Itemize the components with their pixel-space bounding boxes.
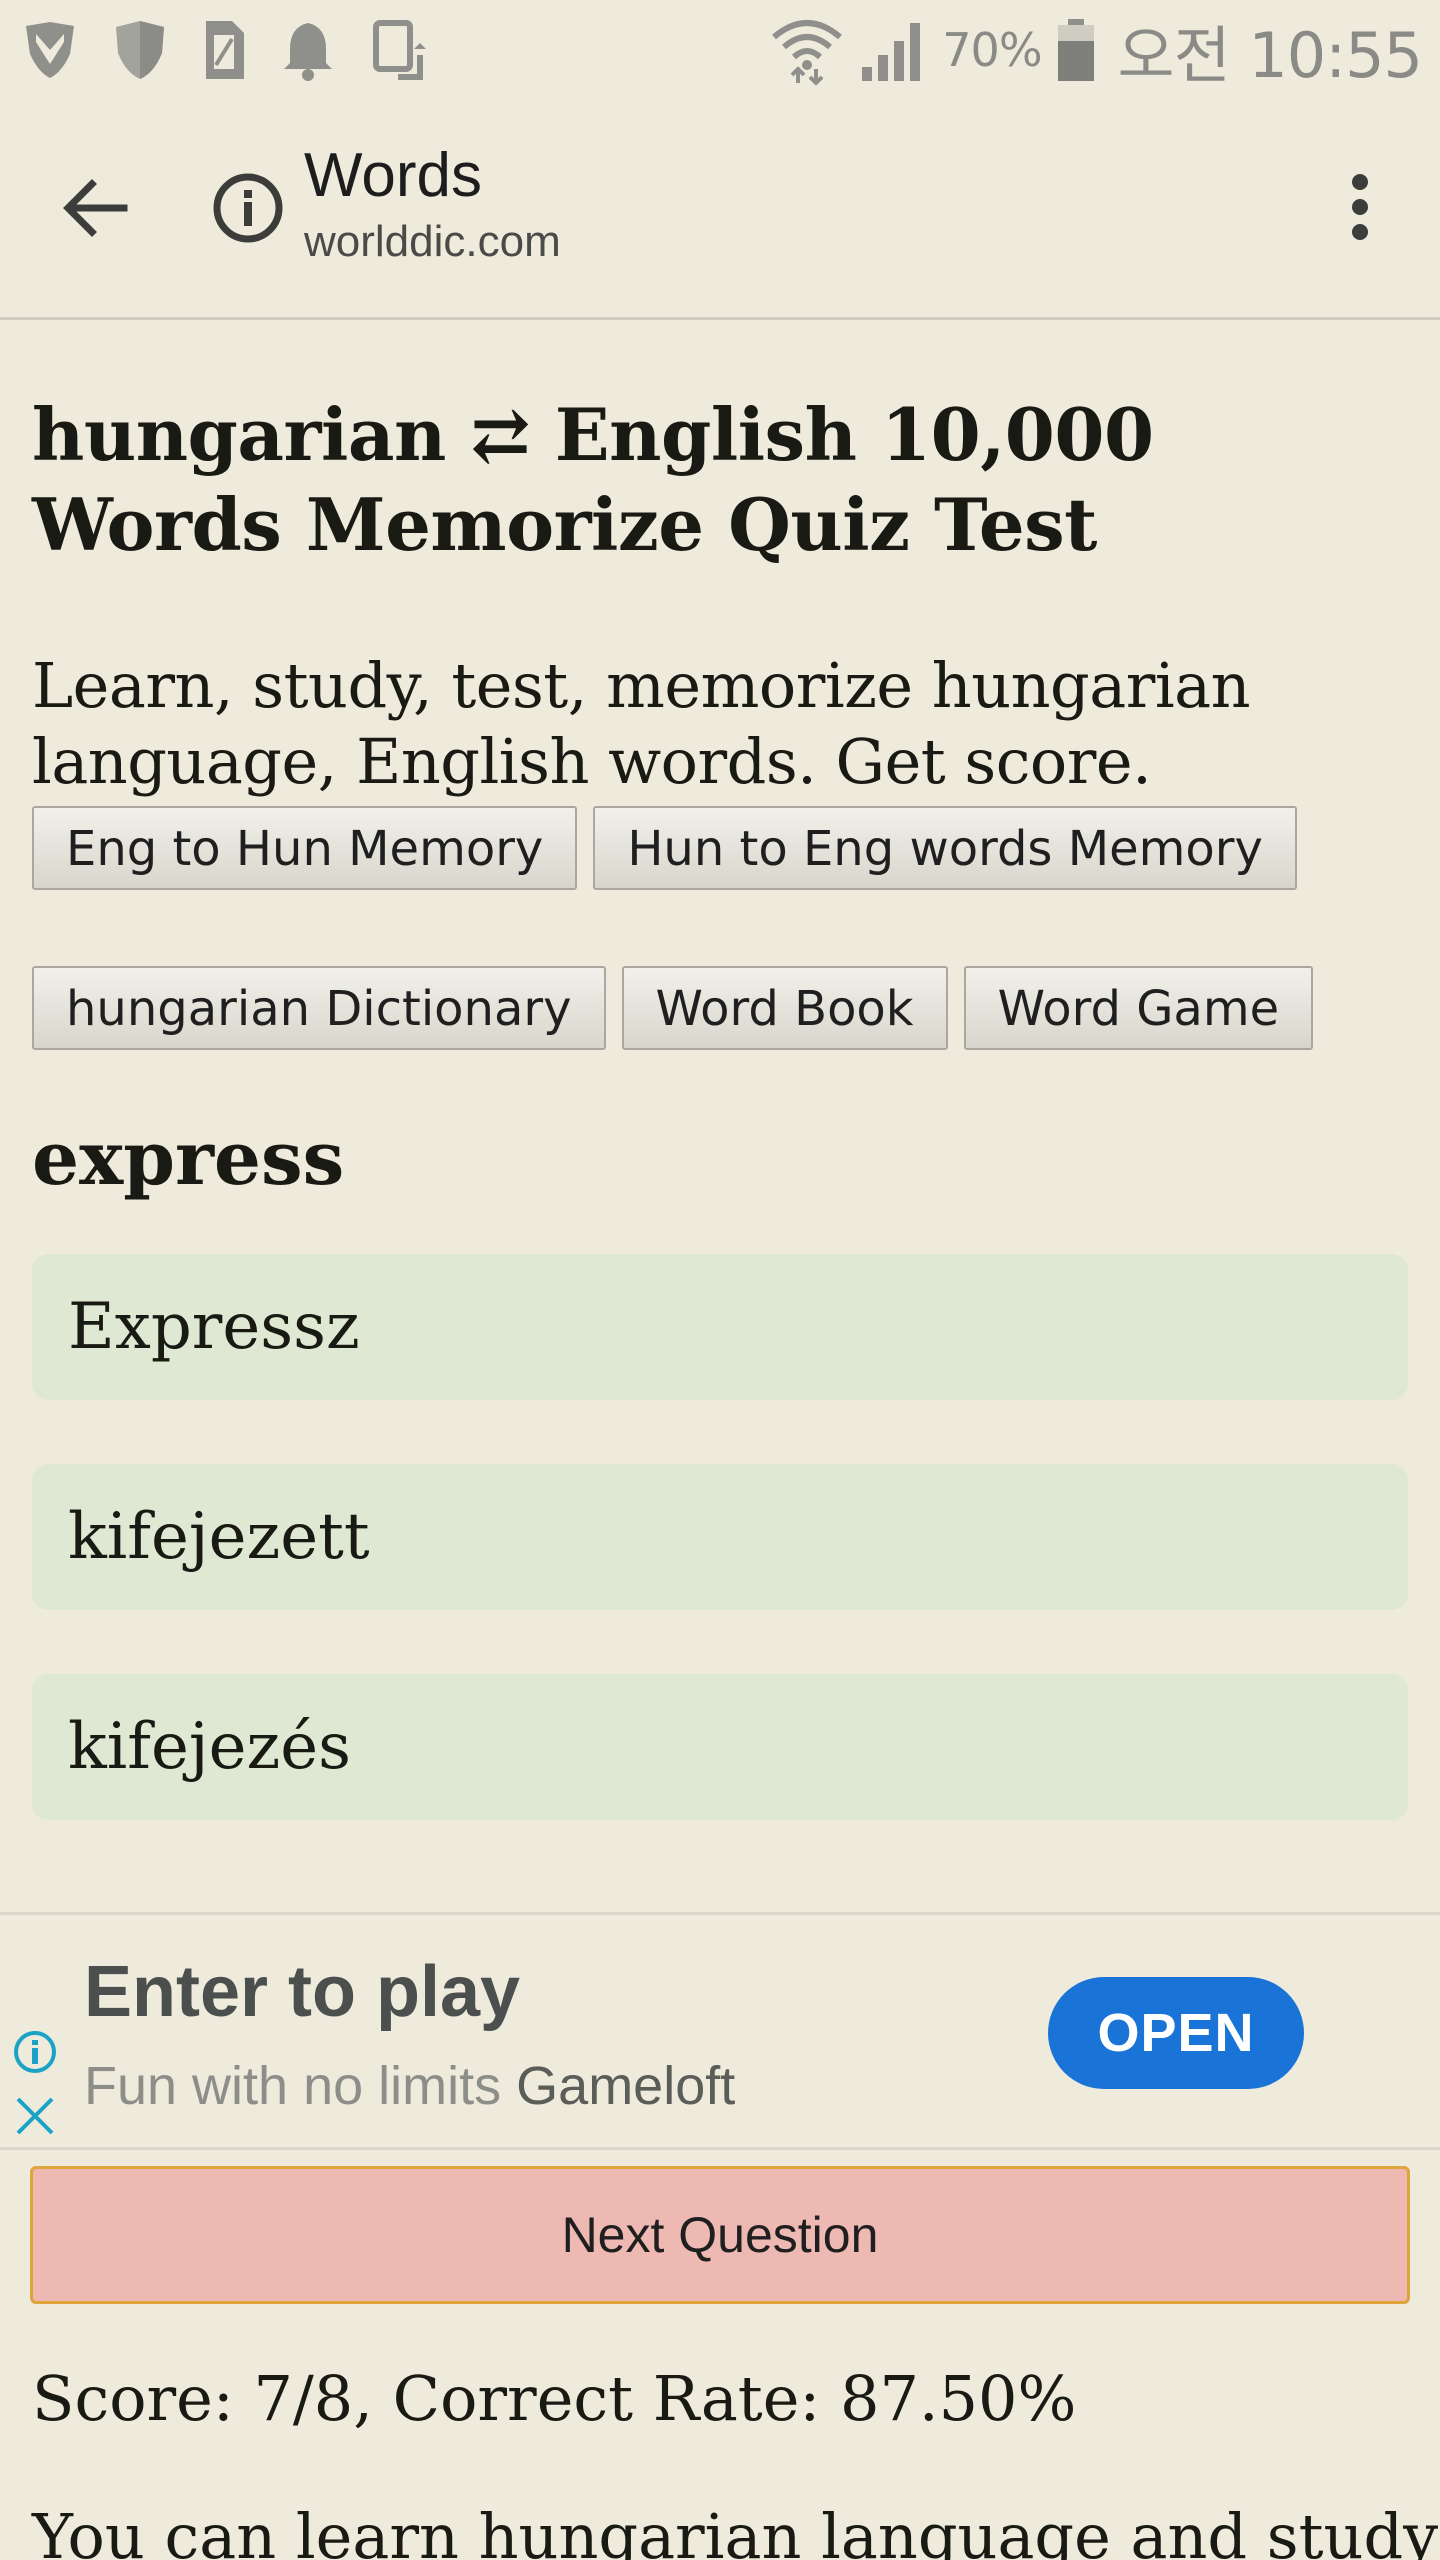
hun-to-eng-button[interactable]: Hun to Eng words Memory bbox=[593, 806, 1297, 890]
status-left-icons bbox=[22, 14, 426, 86]
ad-brand: Gameloft bbox=[516, 2056, 736, 2116]
nav-buttons-row2: hungarian Dictionary Word Book Word Game bbox=[32, 966, 1408, 1050]
sim-card-icon bbox=[206, 21, 244, 79]
ad-close-icon[interactable] bbox=[12, 2093, 58, 2144]
back-button[interactable] bbox=[50, 168, 140, 248]
intro-text: Learn, study, test, memorize hungarian l… bbox=[32, 649, 1251, 798]
main-content: hungarian ⇄ English 10,000 Words Memoriz… bbox=[32, 390, 1408, 1884]
word-game-button[interactable]: Word Game bbox=[963, 966, 1314, 1050]
more-menu-button[interactable] bbox=[1320, 162, 1400, 252]
clock: 오전 10:55 bbox=[1117, 19, 1423, 92]
wifi-icon bbox=[772, 20, 843, 85]
status-bar: 70% 오전 10:55 bbox=[0, 0, 1440, 102]
page-title: Words bbox=[304, 141, 483, 210]
ad-banner[interactable]: Enter to play Fun with no limits Gamelof… bbox=[0, 1912, 1440, 2150]
nav-buttons-row1: Eng to Hun Memory Hun to Eng words Memor… bbox=[32, 806, 1408, 890]
next-question-button[interactable]: Next Question bbox=[30, 2166, 1410, 2304]
dictionary-button[interactable]: hungarian Dictionary bbox=[32, 966, 606, 1050]
ad-title: Enter to play bbox=[84, 1952, 521, 2032]
score-text: Score: 7/8, Correct Rate: 87.50% bbox=[32, 2362, 1077, 2435]
ad-open-button[interactable]: OPEN bbox=[1048, 1977, 1304, 2089]
question-word: express bbox=[32, 1116, 345, 1202]
answer-option[interactable]: kifejezés bbox=[32, 1674, 1408, 1820]
ad-info-icon[interactable] bbox=[12, 2029, 58, 2080]
battery-percent: 70% bbox=[942, 23, 1042, 77]
answer-list: Expressz kifejezett kifejezés bbox=[32, 1254, 1408, 1820]
bell-icon bbox=[284, 23, 332, 81]
site-info-button[interactable] bbox=[208, 168, 288, 248]
shield-icon bbox=[116, 21, 164, 79]
screen-rotate-icon bbox=[373, 20, 426, 80]
page-domain: worlddic.com bbox=[304, 217, 561, 266]
more-vert-icon bbox=[1352, 174, 1368, 240]
signal-icon bbox=[862, 23, 921, 81]
back-arrow-icon bbox=[63, 179, 128, 237]
eng-to-hun-button[interactable]: Eng to Hun Memory bbox=[32, 806, 578, 890]
url-block[interactable]: Words worlddic.com bbox=[304, 140, 561, 272]
vpn-shield-icon bbox=[26, 22, 74, 78]
word-book-button[interactable]: Word Book bbox=[621, 966, 948, 1050]
battery-icon bbox=[1057, 19, 1094, 81]
answer-option[interactable]: kifejezett bbox=[32, 1464, 1408, 1610]
status-right: 70% 오전 10:55 bbox=[770, 10, 1423, 92]
main-heading: hungarian ⇄ English 10,000 Words Memoriz… bbox=[32, 392, 1154, 567]
ad-subtitle: Fun with no limits Gameloft bbox=[84, 2055, 735, 2117]
browser-toolbar: Words worlddic.com bbox=[0, 102, 1440, 320]
answer-option[interactable]: Expressz bbox=[32, 1254, 1408, 1400]
ad-subtitle-text: Fun with no limits bbox=[84, 2056, 502, 2116]
footer-text: You can learn hungarian language and stu… bbox=[32, 2500, 1439, 2560]
info-icon bbox=[213, 173, 283, 243]
page: 70% 오전 10:55 Words worlddic.com hungaria… bbox=[0, 0, 1440, 2560]
